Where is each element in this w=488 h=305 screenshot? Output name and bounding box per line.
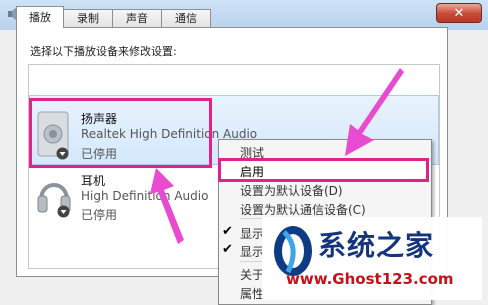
- watermark-url: www.Ghost123.com: [286, 270, 454, 288]
- arrow-up-right-icon: [345, 68, 404, 156]
- tab-playback[interactable]: 播放: [16, 6, 64, 28]
- arrow-up-left-icon: [150, 168, 184, 244]
- watermark-title: 系统之家: [318, 229, 435, 262]
